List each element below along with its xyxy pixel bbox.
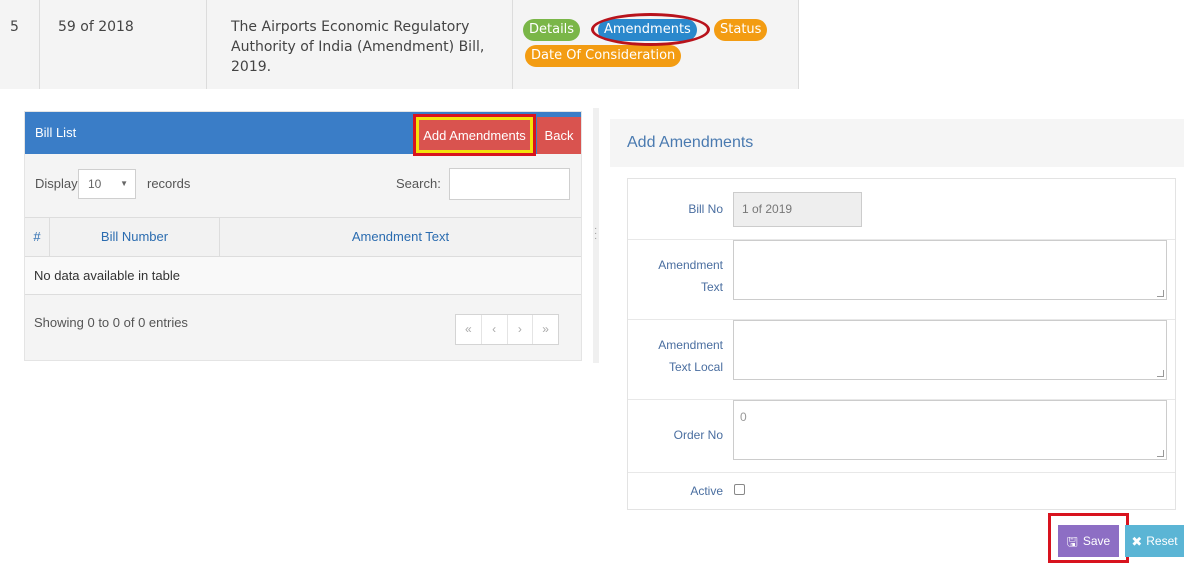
next-page-button[interactable]: › [508, 315, 534, 344]
table-info: Showing 0 to 0 of 0 entries [34, 315, 188, 330]
reset-button[interactable]: ✖ Reset [1125, 525, 1184, 557]
search-label: Search: [396, 176, 441, 191]
save-button[interactable]: 🖫 Save [1058, 525, 1119, 557]
active-checkbox[interactable] [734, 484, 745, 495]
times-icon: ✖ [1131, 533, 1143, 549]
bill-number: 59 of 2018 [40, 0, 207, 89]
date-of-consideration-tag-link[interactable]: Date Of Consideration [525, 45, 682, 67]
amendment-text-label-line1: Amendment [658, 258, 723, 272]
amendment-text-local-row: Amendment Text Local [628, 320, 1175, 400]
last-page-button[interactable]: » [533, 315, 558, 344]
active-label: Active [690, 484, 723, 498]
records-label: records [147, 176, 191, 191]
add-amendments-form-header: Add Amendments [610, 119, 1184, 167]
pagination: « ‹ › » [455, 314, 559, 345]
display-label: Display [35, 176, 78, 191]
bill-no-label: Bill No [688, 202, 723, 216]
amendment-text-local-textarea[interactable] [733, 320, 1167, 380]
order-no-label: Order No [673, 428, 723, 442]
amendment-text-local-label: Amendment Text Local [658, 334, 723, 378]
column-header-bill-number[interactable]: Bill Number [50, 218, 220, 256]
bill-title: The Airports Economic Regulatory Authori… [207, 0, 513, 89]
active-row: Active [628, 473, 1175, 509]
bill-no-row: Bill No 1 of 2019 [628, 179, 1175, 240]
amendment-text-local-label-line2: Text Local [668, 360, 723, 374]
amendment-text-textarea[interactable] [733, 240, 1167, 300]
bill-table-row: 5 59 of 2018 The Airports Economic Regul… [0, 0, 799, 89]
column-header-index[interactable]: # [25, 218, 50, 256]
add-amendments-form: Bill No 1 of 2019 Amendment Text Amendme… [627, 178, 1176, 510]
amendment-text-local-label-line1: Amendment [658, 338, 723, 352]
order-no-row: Order No 0 [628, 400, 1175, 473]
previous-page-button[interactable]: ‹ [482, 315, 508, 344]
first-page-button[interactable]: « [456, 315, 482, 344]
bill-list-panel: Bill List Add Amendments Back Display 10… [24, 111, 582, 361]
form-title: Add Amendments [627, 134, 754, 151]
floppy-disk-icon: 🖫 [1066, 533, 1078, 549]
add-amendments-button[interactable]: Add Amendments [413, 114, 536, 156]
table-header: # Bill Number Amendment Text [25, 217, 581, 257]
drag-handle-icon: · · · [594, 223, 598, 244]
back-button[interactable]: Back [537, 117, 581, 154]
amendment-text-row: Amendment Text [628, 240, 1175, 320]
save-button-label: Save [1082, 534, 1111, 548]
amendment-text-label: Amendment Text [658, 254, 723, 298]
column-header-amendment-text[interactable]: Amendment Text [220, 218, 581, 256]
amendment-text-label-line2: Text [700, 280, 723, 294]
details-tag-link[interactable]: Details [523, 19, 581, 41]
bill-list-title: Bill List [35, 125, 77, 140]
page-length-select[interactable]: 10 ▼ [78, 169, 136, 199]
bill-actions: Details Amendments Status Date Of Consid… [513, 0, 799, 89]
bill-serial: 5 [0, 0, 40, 89]
reset-button-label: Reset [1146, 534, 1178, 548]
panel-splitter[interactable]: · · · [593, 108, 599, 363]
table-empty-message: No data available in table [25, 257, 581, 295]
bill-list-header: Bill List Add Amendments Back [25, 112, 581, 156]
page-length-value: 10 [88, 177, 102, 191]
search-input[interactable] [449, 168, 570, 200]
triangle-down-icon: ▼ [120, 179, 128, 188]
bill-no-field[interactable]: 1 of 2019 [733, 192, 862, 227]
amendments-highlight-ring [591, 13, 710, 46]
order-no-textarea[interactable]: 0 [733, 400, 1167, 460]
status-tag-link[interactable]: Status [714, 19, 768, 41]
